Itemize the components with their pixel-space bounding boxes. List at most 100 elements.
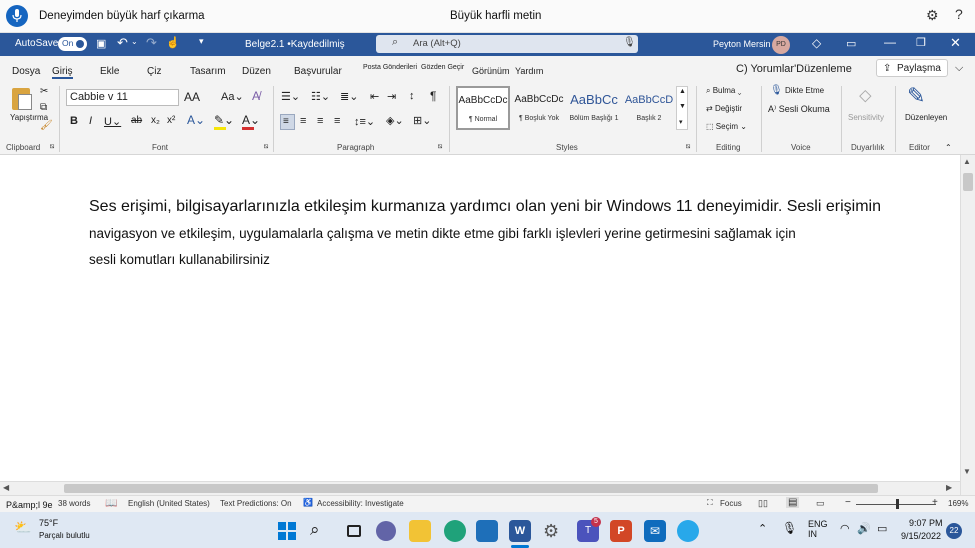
weather-icon[interactable]: ⛅ bbox=[14, 519, 31, 536]
tab-design[interactable]: Tasarım bbox=[190, 66, 226, 77]
shading-icon[interactable]: ◈⌄ bbox=[386, 114, 404, 127]
premium-diamond-icon[interactable]: ◇ bbox=[812, 36, 821, 50]
text-effects-icon[interactable]: A⌄ bbox=[187, 113, 205, 127]
tab-help[interactable]: Yardım bbox=[515, 66, 543, 76]
user-name[interactable]: Peyton Mersin bbox=[713, 39, 771, 49]
notifications-badge[interactable]: 22 bbox=[946, 523, 962, 539]
align-right-icon[interactable]: ≡ bbox=[317, 115, 323, 127]
line-spacing-icon[interactable]: ↕≡⌄ bbox=[354, 115, 375, 128]
undo-icon[interactable]: ↶ bbox=[117, 35, 128, 51]
bullets-icon[interactable]: ☰⌄ bbox=[281, 90, 300, 103]
wifi-icon[interactable]: ◠ bbox=[840, 522, 850, 535]
customize-qat-icon[interactable]: ▾ bbox=[199, 36, 204, 47]
sensitivity-icon[interactable]: ⬦ bbox=[859, 85, 872, 106]
dictate-button[interactable]: 🎙 Dikte Etme bbox=[770, 85, 824, 96]
task-view-icon[interactable] bbox=[344, 520, 366, 542]
zoom-slider-thumb[interactable] bbox=[896, 499, 899, 509]
clipboard-launcher-icon[interactable]: ⧅ bbox=[50, 143, 54, 151]
borders-icon[interactable]: ⊞⌄ bbox=[413, 114, 431, 127]
read-aloud-button[interactable]: A⁾ Sesli Okuma bbox=[768, 104, 830, 115]
scroll-down-icon[interactable]: ▼ bbox=[963, 467, 971, 476]
minimize-icon[interactable]: — bbox=[884, 35, 896, 49]
format-painter-icon[interactable]: 🖌 bbox=[40, 120, 53, 131]
web-layout-icon[interactable]: ▭ bbox=[816, 498, 825, 509]
avatar[interactable]: PD bbox=[772, 36, 790, 54]
file-explorer-icon[interactable] bbox=[409, 520, 431, 542]
editor-label[interactable]: Düzenleyen bbox=[905, 113, 947, 122]
proofing-icon[interactable]: 📖 bbox=[105, 498, 117, 509]
strikethrough-icon[interactable]: ab bbox=[131, 115, 142, 126]
read-mode-icon[interactable]: ▯▯ bbox=[758, 498, 768, 509]
show-marks-icon[interactable]: ¶ bbox=[430, 89, 436, 103]
replace-button[interactable]: ⇄ Değiştir bbox=[706, 104, 742, 113]
style-normal[interactable]: AaBbCcDc ¶ Normal bbox=[456, 86, 510, 130]
settings-icon[interactable]: ⚙ bbox=[926, 7, 939, 24]
font-color-icon[interactable]: A⌄ bbox=[242, 113, 260, 127]
weather-temp[interactable]: 75°F bbox=[39, 518, 58, 528]
document-body[interactable]: Ses erişimi, bilgisayarlarınızla etkileş… bbox=[89, 193, 949, 273]
numbering-icon[interactable]: ☷⌄ bbox=[311, 90, 330, 103]
grow-font-icon[interactable]: AA bbox=[184, 90, 200, 104]
styles-scroll[interactable]: ▲ ▼ ▾ bbox=[676, 86, 688, 130]
tab-mailings[interactable]: Posta Gönderileri bbox=[363, 64, 417, 71]
touch-mode-icon[interactable]: ☝ bbox=[166, 36, 180, 49]
sensitivity-label[interactable]: Sensitivity bbox=[848, 113, 884, 122]
tab-draw[interactable]: Çiz bbox=[147, 66, 161, 77]
align-center-icon[interactable]: ≡ bbox=[300, 115, 306, 127]
scroll-up-icon[interactable]: ▲ bbox=[963, 157, 971, 166]
tab-layout[interactable]: Düzen bbox=[242, 66, 271, 77]
undo-dropdown-icon[interactable]: ⌄ bbox=[131, 37, 138, 46]
editor-icon[interactable]: ✎ bbox=[907, 83, 925, 109]
volume-icon[interactable]: 🔊 bbox=[857, 522, 871, 535]
copy-icon[interactable]: ⧉ bbox=[40, 102, 47, 113]
word-count[interactable]: 38 words bbox=[58, 499, 90, 508]
battery-icon[interactable]: ▭ bbox=[877, 522, 887, 535]
zoom-out-icon[interactable]: − bbox=[845, 497, 851, 508]
word-taskbar-icon[interactable]: W bbox=[509, 520, 531, 542]
powerpoint-icon[interactable]: P bbox=[610, 520, 632, 542]
start-icon[interactable] bbox=[276, 520, 298, 542]
clock-date[interactable]: 9/15/2022 bbox=[901, 531, 941, 541]
help-icon[interactable]: ? bbox=[955, 6, 963, 22]
align-left-icon[interactable]: ≡ bbox=[280, 114, 295, 130]
print-layout-icon[interactable]: ▤ bbox=[786, 497, 800, 508]
zoom-level[interactable]: 169% bbox=[948, 499, 968, 508]
tab-insert[interactable]: Ekle bbox=[100, 66, 119, 77]
subscript-icon[interactable]: x₂ bbox=[151, 115, 160, 126]
page-indicator[interactable]: P&amp;l 9e bbox=[6, 500, 53, 510]
close-icon[interactable]: ✕ bbox=[950, 35, 961, 51]
styles-launcher-icon[interactable]: ⧅ bbox=[686, 143, 690, 151]
multilevel-list-icon[interactable]: ≣⌄ bbox=[340, 90, 358, 103]
highlight-icon[interactable]: ✎⌄ bbox=[214, 113, 234, 127]
document-name[interactable]: Belge2.1 •Kaydedilmiş bbox=[245, 39, 345, 50]
share-button[interactable]: ⇪ Paylaşma bbox=[876, 59, 948, 77]
clear-formatting-icon[interactable]: A̸ bbox=[252, 89, 260, 103]
zoom-in-icon[interactable]: + bbox=[932, 497, 938, 508]
horizontal-scroll-thumb[interactable] bbox=[64, 484, 878, 493]
tab-home[interactable]: Giriş bbox=[52, 66, 73, 79]
autosave-toggle[interactable]: On bbox=[58, 37, 87, 51]
paragraph-launcher-icon[interactable]: ⧅ bbox=[438, 143, 442, 151]
tab-view[interactable]: Görünüm bbox=[472, 66, 510, 76]
select-button[interactable]: ⬚ Seçim ⌄ bbox=[706, 122, 747, 131]
tab-review[interactable]: Gözden Geçir bbox=[421, 64, 464, 71]
clock-time[interactable]: 9:07 PM bbox=[909, 518, 943, 528]
justify-icon[interactable]: ≡ bbox=[334, 115, 340, 127]
scroll-left-icon[interactable]: ◀ bbox=[3, 483, 9, 492]
bold-icon[interactable]: B bbox=[70, 115, 78, 127]
redo-icon[interactable]: ↷ bbox=[146, 35, 157, 51]
weather-desc[interactable]: Parçalı bulutlu bbox=[39, 531, 90, 540]
find-button[interactable]: ⌕ Bulma ⌄ bbox=[706, 86, 741, 96]
style-no-spacing[interactable]: AaBbCcDc ¶ Boşluk Yok bbox=[512, 86, 566, 130]
paste-icon[interactable] bbox=[10, 86, 34, 112]
increase-indent-icon[interactable]: ⇥ bbox=[387, 90, 396, 103]
sort-icon[interactable]: ↕ bbox=[409, 90, 415, 102]
font-name-box[interactable]: Cabbie v 11 bbox=[66, 89, 179, 106]
mail-icon[interactable]: ✉ bbox=[644, 520, 666, 542]
comments-button[interactable]: C) Yorumlar'Düzenleme bbox=[736, 63, 852, 75]
cut-icon[interactable]: ✂ bbox=[40, 86, 48, 97]
search-box[interactable]: ⌕ Ara (Alt+Q) 🎙 bbox=[376, 35, 638, 53]
italic-icon[interactable]: I bbox=[89, 115, 92, 127]
chat-icon[interactable] bbox=[376, 521, 396, 541]
microphone-icon[interactable] bbox=[6, 5, 28, 27]
